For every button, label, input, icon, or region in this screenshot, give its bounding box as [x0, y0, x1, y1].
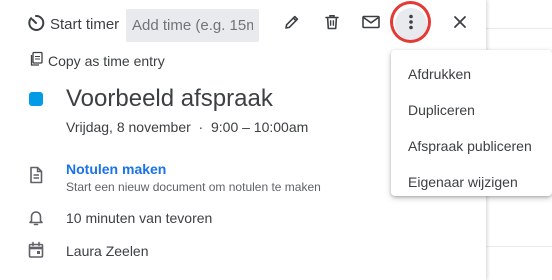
more-vert-icon [408, 13, 414, 36]
menu-item-print[interactable]: Afdrukken [391, 56, 552, 92]
grid-line [486, 28, 552, 29]
timer-icon[interactable] [26, 13, 46, 33]
menu-item-change-owner[interactable]: Eigenaar wijzigen [391, 164, 552, 200]
calendar-icon [26, 240, 46, 260]
event-color-swatch [29, 92, 43, 106]
take-notes-link[interactable]: Notulen maken [66, 160, 166, 178]
event-datetime: Vrijdag, 8 november · 9:00 – 10:00am [66, 119, 309, 135]
copy-as-time-entry-button[interactable]: Copy as time entry [28, 51, 165, 72]
delete-icon [323, 13, 341, 36]
menu-item-duplicate[interactable]: Dupliceren [391, 92, 552, 128]
email-guests-button[interactable] [355, 8, 387, 40]
calendar-owner: Laura Zeelen [66, 243, 149, 259]
copy-as-time-entry-label: Copy as time entry [48, 53, 165, 69]
copy-icon [28, 51, 44, 72]
grid-line [486, 246, 552, 247]
bell-icon [26, 207, 46, 227]
close-button[interactable] [444, 8, 476, 40]
start-timer-button[interactable]: Start timer [50, 15, 119, 35]
add-time-input[interactable] [126, 9, 259, 42]
take-notes-description: Start een nieuw document om notulen te m… [66, 180, 321, 194]
close-icon [452, 14, 468, 35]
email-icon [361, 13, 381, 36]
delete-button[interactable] [316, 8, 348, 40]
more-options-menu: Afdrukken Dupliceren Afspraak publiceren… [391, 50, 552, 196]
event-title: Voorbeeld afspraak [66, 85, 273, 112]
more-options-button[interactable] [395, 8, 427, 40]
document-icon [26, 165, 46, 185]
reminder-text: 10 minuten van tevoren [66, 210, 213, 226]
edit-icon [283, 13, 301, 36]
menu-item-publish-event[interactable]: Afspraak publiceren [391, 128, 552, 164]
edit-button[interactable] [276, 8, 308, 40]
